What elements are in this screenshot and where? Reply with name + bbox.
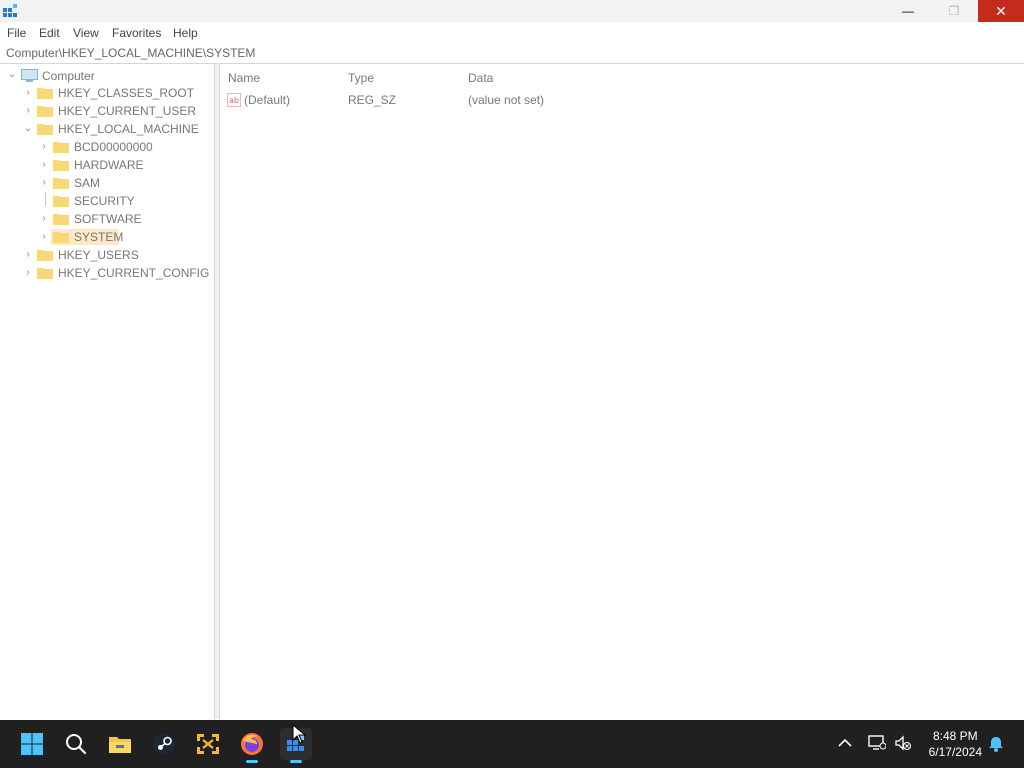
tree-item-bcd[interactable]: › BCD00000000 bbox=[0, 138, 214, 156]
mouse-cursor-icon bbox=[292, 724, 306, 744]
search-button[interactable] bbox=[60, 728, 92, 760]
value-type: REG_SZ bbox=[348, 93, 397, 107]
clock-date: 6/17/2024 bbox=[928, 745, 982, 759]
search-icon bbox=[66, 734, 87, 755]
chevron-down-icon[interactable]: ⌄ bbox=[7, 70, 17, 80]
menu-favorites[interactable]: Favorites bbox=[112, 26, 161, 40]
chevron-up-icon[interactable] bbox=[838, 738, 852, 748]
folder-icon bbox=[37, 250, 53, 261]
volume-muted-icon[interactable] bbox=[894, 735, 912, 751]
chevron-down-icon[interactable]: ⌄ bbox=[23, 124, 33, 134]
firefox-icon bbox=[241, 733, 263, 755]
tree-label: Computer bbox=[42, 69, 95, 83]
tree-line bbox=[45, 192, 46, 206]
menu-edit[interactable]: Edit bbox=[39, 26, 60, 40]
restore-button[interactable]: ❐ bbox=[931, 0, 977, 22]
tree-item-hkey-current-user[interactable]: › HKEY_CURRENT_USER bbox=[0, 102, 214, 120]
folder-icon bbox=[53, 232, 69, 243]
chevron-right-icon[interactable]: › bbox=[23, 268, 33, 278]
pinned-app-button[interactable] bbox=[192, 728, 224, 760]
string-value-icon: ab bbox=[227, 93, 241, 107]
chevron-right-icon[interactable]: › bbox=[39, 232, 49, 242]
menu-bar: File Edit View Favorites Help bbox=[0, 22, 1024, 44]
tree-label: SOFTWARE bbox=[74, 212, 142, 226]
address-path[interactable]: Computer\HKEY_LOCAL_MACHINE\SYSTEM bbox=[6, 46, 255, 60]
address-bar[interactable]: Computer\HKEY_LOCAL_MACHINE\SYSTEM bbox=[0, 44, 1024, 64]
start-button[interactable] bbox=[16, 728, 48, 760]
running-indicator bbox=[246, 760, 258, 763]
column-header-name[interactable]: Name bbox=[228, 71, 260, 85]
chevron-right-icon[interactable]: › bbox=[39, 160, 49, 170]
steam-icon bbox=[153, 733, 175, 755]
menu-help[interactable]: Help bbox=[173, 26, 198, 40]
tree-item-hkey-classes-root[interactable]: › HKEY_CLASSES_ROOT bbox=[0, 84, 214, 102]
tree-item-hardware[interactable]: › HARDWARE bbox=[0, 156, 214, 174]
chevron-right-icon[interactable]: › bbox=[39, 214, 49, 224]
menu-view[interactable]: View bbox=[73, 26, 99, 40]
tree-item-system[interactable]: › SYSTEM bbox=[0, 228, 214, 246]
value-data: (value not set) bbox=[468, 93, 545, 107]
tree-label: SAM bbox=[74, 176, 101, 190]
folder-icon bbox=[53, 142, 69, 153]
clock[interactable]: 8:48 PM 6/17/2024 bbox=[929, 728, 982, 760]
file-explorer-button[interactable] bbox=[104, 728, 136, 760]
tree-label: BCD00000000 bbox=[74, 140, 153, 154]
column-header-type[interactable]: Type bbox=[348, 71, 374, 85]
notification-bell-icon[interactable] bbox=[988, 736, 1004, 752]
running-indicator bbox=[290, 760, 302, 763]
chevron-right-icon[interactable]: › bbox=[23, 250, 33, 260]
tree-item-software[interactable]: › SOFTWARE bbox=[0, 210, 214, 228]
registry-editor-icon bbox=[3, 4, 17, 17]
chevron-right-icon[interactable]: › bbox=[23, 88, 33, 98]
menu-file[interactable]: File bbox=[7, 26, 26, 40]
tree-item-computer[interactable]: ⌄ Computer bbox=[0, 66, 214, 84]
tree-label: HARDWARE bbox=[74, 158, 144, 172]
chevron-right-icon[interactable]: › bbox=[23, 106, 33, 116]
folder-icon bbox=[37, 106, 53, 117]
folder-icon bbox=[37, 268, 53, 279]
svg-text:ab: ab bbox=[229, 96, 239, 105]
tree-label: HKEY_USERS bbox=[58, 248, 139, 262]
folder-icon bbox=[37, 88, 53, 99]
tree-label: SYSTEM bbox=[74, 230, 124, 244]
tree-label: SECURITY bbox=[74, 194, 135, 208]
tree-label: HKEY_CURRENT_CONFIG bbox=[58, 266, 210, 280]
steam-button[interactable] bbox=[148, 728, 180, 760]
tree-label: HKEY_CLASSES_ROOT bbox=[58, 86, 195, 100]
tree-item-hkey-current-config[interactable]: › HKEY_CURRENT_CONFIG bbox=[0, 264, 214, 282]
tree-label: HKEY_CURRENT_USER bbox=[58, 104, 197, 118]
minimize-button[interactable]: — bbox=[885, 0, 931, 22]
network-icon[interactable] bbox=[868, 735, 886, 751]
value-name: (Default) bbox=[244, 93, 291, 107]
file-explorer-icon bbox=[109, 737, 131, 753]
tree-label: HKEY_LOCAL_MACHINE bbox=[58, 122, 199, 136]
folder-icon bbox=[53, 178, 69, 189]
clock-time: 8:48 PM bbox=[932, 729, 978, 743]
firefox-button[interactable] bbox=[236, 728, 268, 763]
title-bar: — ❐ ✕ bbox=[0, 0, 1024, 22]
folder-icon bbox=[53, 160, 69, 171]
folder-icon bbox=[53, 214, 69, 225]
column-header-data[interactable]: Data bbox=[468, 71, 493, 85]
close-icon: ✕ bbox=[995, 2, 1007, 19]
computer-icon bbox=[21, 69, 38, 82]
key-tree-pane[interactable]: ⌄ Computer › HKEY_CLASSES_ROOT › HKEY_CU… bbox=[0, 64, 215, 719]
app-arrows-icon bbox=[197, 734, 219, 754]
chevron-right-icon[interactable]: › bbox=[39, 178, 49, 188]
tree-item-sam[interactable]: › SAM bbox=[0, 174, 214, 192]
tree-item-hkey-local-machine[interactable]: ⌄ HKEY_LOCAL_MACHINE bbox=[0, 120, 214, 138]
chevron-right-icon[interactable]: › bbox=[39, 142, 49, 152]
folder-open-icon bbox=[37, 124, 53, 135]
taskbar: 8:48 PM 6/17/2024 bbox=[0, 720, 1024, 768]
tree-item-security[interactable]: SECURITY bbox=[0, 192, 214, 210]
tree-item-hkey-users[interactable]: › HKEY_USERS bbox=[0, 246, 214, 264]
values-list-pane[interactable]: Name Type Data ab (Default) REG_SZ (valu… bbox=[220, 64, 1021, 719]
folder-icon bbox=[53, 196, 69, 207]
close-button[interactable]: ✕ bbox=[978, 0, 1024, 22]
windows-logo-icon bbox=[21, 733, 43, 755]
